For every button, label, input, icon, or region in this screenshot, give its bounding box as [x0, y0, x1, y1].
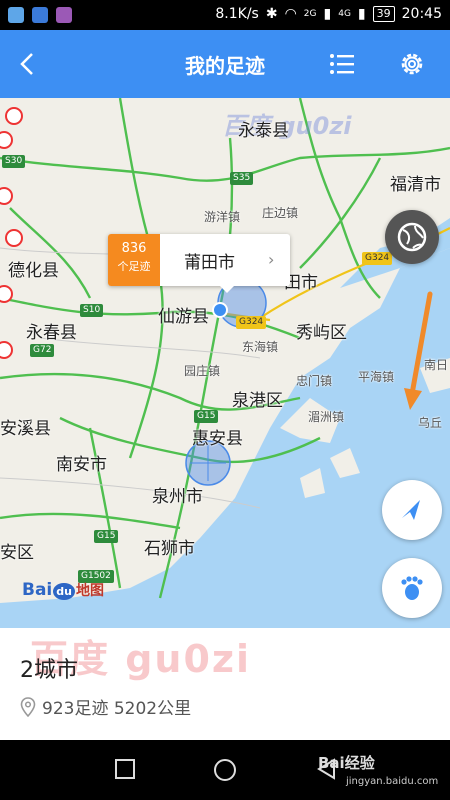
app-header: 我的足迹 [0, 30, 450, 98]
stats-text: 923足迹 5202公里 [42, 699, 192, 719]
map-view[interactable]: 百度 gu0zi 永泰县 福清市 德化县 永春县 仙游县 田市 秀屿区 泉港区 … [0, 98, 450, 628]
place-label: 永泰县 [238, 121, 289, 141]
wifi-icon: ◠ [284, 6, 297, 22]
footprint-count-badge: 836 个足迹 [108, 234, 160, 286]
footprint-count-label: 个足迹 [117, 260, 151, 273]
place-label: 泉港区 [232, 391, 283, 411]
page-title: 我的足迹 [185, 54, 265, 78]
place-label: 安区 [0, 543, 34, 563]
city-count: 2城市 [20, 658, 78, 683]
footprint-button[interactable] [382, 558, 442, 618]
network-speed: 8.1K/s [215, 6, 259, 22]
signal-4g: 4G [338, 9, 351, 19]
clock: 20:45 [401, 6, 442, 22]
home-icon[interactable] [213, 758, 237, 782]
navigation-arrow-icon [402, 500, 420, 520]
locate-button[interactable] [382, 480, 442, 540]
list-icon[interactable] [326, 48, 358, 80]
recent-apps-icon[interactable] [114, 758, 136, 780]
shield-app-icon [32, 7, 48, 23]
place-label: 园庄镇 [184, 364, 221, 378]
status-bar: 8.1K/s ✱ ◠ 2G ▮ 4G ▮ 39 20:45 [0, 0, 450, 30]
road-shield: G324 [236, 316, 267, 329]
footprint-popup[interactable]: 836 个足迹 莆田市 › [108, 234, 290, 293]
place-label: 秀屿区 [296, 323, 347, 343]
site-url: jingyan.baidu.com [346, 776, 439, 787]
road-shield: G15 [94, 530, 119, 543]
system-nav-bar: Bai经验 jingyan.baidu.com [0, 740, 450, 800]
place-label: 永春县 [26, 323, 77, 343]
place-label: 石狮市 [144, 539, 195, 559]
place-label: 惠安县 [192, 429, 243, 449]
place-label: 游洋镇 [204, 210, 241, 224]
globe-icon [397, 222, 427, 252]
baidu-map-logo: Bai du 地图 [22, 580, 104, 600]
footprint-count: 836 [121, 241, 147, 256]
app-notification-icon [8, 7, 24, 23]
chevron-right-icon: › [268, 250, 275, 269]
signal-bars-icon: ▮ [357, 6, 366, 22]
map-base [0, 98, 450, 628]
popup-city-name: 莆田市 [184, 253, 235, 273]
place-label: 庄边镇 [262, 206, 299, 220]
place-label: 南日 [424, 358, 449, 372]
gear-icon[interactable] [396, 48, 428, 80]
bluetooth-icon: ✱ [265, 6, 278, 22]
road-shield: G15 [194, 410, 219, 423]
place-label: 东海镇 [242, 340, 279, 354]
globe-button[interactable] [385, 210, 439, 264]
place-label: 忠门镇 [296, 374, 333, 388]
place-label: 福清市 [390, 175, 441, 195]
gallery-app-icon [56, 7, 72, 23]
footprint-icon [401, 576, 423, 600]
place-label: 安溪县 [0, 419, 51, 439]
road-shield: S10 [80, 304, 104, 317]
road-shield: G72 [30, 344, 55, 357]
battery-level: 39 [372, 6, 395, 22]
signal-2g: 2G [303, 9, 317, 19]
place-label: 德化县 [8, 261, 59, 281]
footprint-stats: 923足迹 5202公里 [20, 694, 191, 719]
road-shield: S30 [2, 155, 26, 168]
site-watermark: Bai经验 [318, 754, 375, 772]
place-label: 泉州市 [152, 487, 203, 507]
signal-bars-icon: ▮ [323, 6, 332, 22]
place-label: 湄洲镇 [308, 410, 345, 424]
location-pin-icon [20, 696, 36, 717]
road-shield: S35 [230, 172, 254, 185]
place-label: 仙游县 [158, 307, 209, 327]
place-label: 南安市 [56, 455, 107, 475]
place-label: 平海镇 [358, 370, 395, 384]
place-label: 乌丘 [418, 416, 443, 430]
summary-panel: 百度 gu0zi 2城市 923足迹 5202公里 [0, 628, 450, 740]
